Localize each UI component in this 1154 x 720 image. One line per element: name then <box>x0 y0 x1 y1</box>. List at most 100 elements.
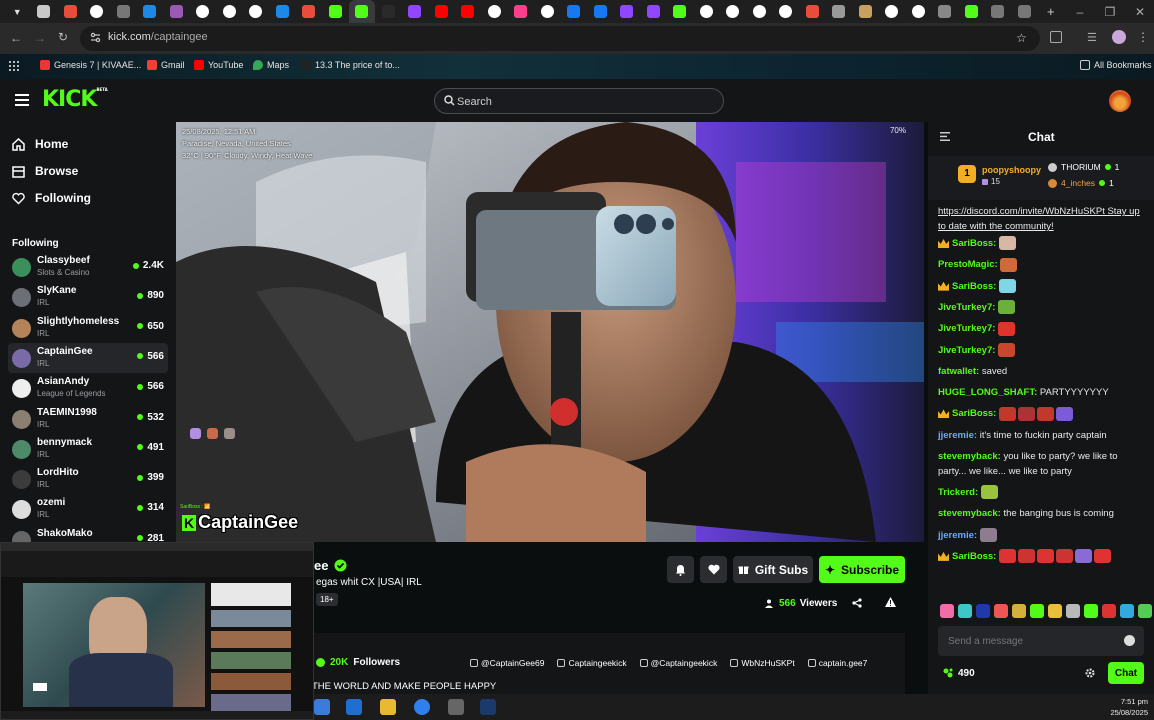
back-icon[interactable]: ← <box>10 31 22 45</box>
browser-tab[interactable] <box>561 0 588 23</box>
browser-tab[interactable] <box>375 0 402 23</box>
windows-start-icon[interactable] <box>314 699 330 715</box>
following-channel-slightlyhomeless[interactable]: Slightlyhomeless IRL 650 <box>8 313 168 343</box>
following-channel-lordhito[interactable]: LordHito IRL 399 <box>8 464 168 494</box>
browser-tab[interactable] <box>428 0 455 23</box>
user-avatar[interactable] <box>1109 90 1131 112</box>
send-chat-button[interactable]: Chat <box>1108 662 1144 684</box>
close-window-button[interactable]: ✕ <box>1123 0 1154 23</box>
video-player[interactable]: 25/08/2025, 12:51 AM Paradise, Nevada, U… <box>176 122 924 542</box>
emoji-icon[interactable] <box>1124 635 1135 646</box>
all-bookmarks[interactable]: All Bookmarks <box>1080 60 1152 70</box>
reload-icon[interactable]: ↻ <box>58 30 68 44</box>
browser-tab[interactable] <box>1011 0 1038 23</box>
browser-tab[interactable] <box>879 0 906 23</box>
minimize-button[interactable]: – <box>1063 0 1097 23</box>
emote-icon[interactable] <box>976 604 990 618</box>
following-channel-slykane[interactable]: SlyKane IRL 890 <box>8 282 168 312</box>
channel-name[interactable]: ee <box>314 558 328 573</box>
social-link[interactable]: captain.gee7 <box>807 658 867 668</box>
browser-tab[interactable] <box>269 0 296 23</box>
browser-tab[interactable] <box>746 0 773 23</box>
emote-icon[interactable] <box>1030 604 1044 618</box>
emote-icon[interactable] <box>1102 604 1116 618</box>
browser-tab[interactable] <box>455 0 482 23</box>
browser-tab[interactable] <box>932 0 959 23</box>
chat-username[interactable]: SariBoss: <box>952 408 996 419</box>
browser-tab[interactable] <box>905 0 932 23</box>
tab-search-dropdown-icon[interactable]: ▼ <box>4 0 31 23</box>
bookmark-star-icon[interactable]: ☆ <box>1016 31 1027 45</box>
chat-input-box[interactable] <box>938 626 1144 656</box>
browser-tab[interactable] <box>190 0 217 23</box>
browser-tab-active[interactable] <box>348 0 375 23</box>
chat-text[interactable]: https://discord.com/invite/WbNzHuSKPt St… <box>938 206 1140 232</box>
social-link[interactable]: Captaingeekick <box>557 658 627 668</box>
chrome-app-icon[interactable] <box>414 699 430 715</box>
browser-tab[interactable] <box>84 0 111 23</box>
emote-icon[interactable] <box>1048 604 1062 618</box>
chat-username[interactable]: SariBoss: <box>952 238 996 249</box>
app-icon[interactable] <box>448 699 464 715</box>
subscribe-button[interactable]: ✦ Subscribe <box>819 556 905 583</box>
steam-icon[interactable] <box>480 699 496 715</box>
browser-tab[interactable] <box>216 0 243 23</box>
share-icon[interactable] <box>852 598 862 608</box>
browser-tab[interactable] <box>31 0 58 23</box>
forward-icon[interactable]: → <box>34 31 46 45</box>
nav-following[interactable]: Following <box>12 191 91 205</box>
browser-tab[interactable] <box>985 0 1012 23</box>
browser-tab[interactable] <box>481 0 508 23</box>
kick-logo[interactable]: KICKBETA <box>42 87 108 112</box>
following-channel-ozemi[interactable]: ozemi IRL 314 <box>8 494 168 524</box>
chat-username[interactable]: HUGE_LONG_SHAFT: <box>938 387 1037 398</box>
following-channel-classybeef[interactable]: Classybeef Slots & Casino 2.4K <box>8 252 168 282</box>
browser-menu-icon[interactable]: ⋮ <box>1137 30 1149 44</box>
report-icon[interactable] <box>885 597 896 607</box>
emote-icon[interactable] <box>958 604 972 618</box>
outlook-icon[interactable] <box>346 699 362 715</box>
search-input[interactable] <box>457 93 707 110</box>
browser-tab[interactable] <box>826 0 853 23</box>
new-tab-button[interactable]: + <box>1038 0 1065 23</box>
browser-tab[interactable] <box>57 0 84 23</box>
browser-tab[interactable] <box>243 0 270 23</box>
browser-tab[interactable] <box>508 0 535 23</box>
bookmark-price[interactable]: 13.3 The price of to... <box>301 60 400 70</box>
following-channel-captaingee[interactable]: CaptainGee IRL 566 <box>8 342 168 373</box>
browser-tab[interactable] <box>402 0 429 23</box>
bookmark-genesis[interactable]: Genesis 7 | KIVAAE... <box>40 60 141 70</box>
chat-username[interactable]: PrestoMagic: <box>938 259 998 270</box>
chat-input[interactable] <box>948 633 1118 649</box>
chat-username[interactable]: stevemyback: <box>938 508 1001 519</box>
emote-icon[interactable] <box>940 604 954 618</box>
chat-username[interactable]: JiveTurkey7: <box>938 302 995 313</box>
browser-tab[interactable] <box>296 0 323 23</box>
emote-icon[interactable] <box>994 604 1008 618</box>
nav-browse[interactable]: Browse <box>12 164 78 178</box>
browser-tab[interactable] <box>693 0 720 23</box>
chat-username[interactable]: SariBoss: <box>952 281 996 292</box>
chat-username[interactable]: JiveTurkey7: <box>938 323 995 334</box>
browser-tab[interactable] <box>110 0 137 23</box>
browser-tab[interactable] <box>137 0 164 23</box>
apps-grid-icon[interactable] <box>9 61 19 71</box>
profile-avatar[interactable] <box>1112 30 1126 44</box>
nav-home[interactable]: Home <box>12 137 68 151</box>
emote-icon[interactable] <box>1138 604 1152 618</box>
chat-username[interactable]: jjeremie: <box>938 530 977 541</box>
browser-tab[interactable] <box>958 0 985 23</box>
chat-username[interactable]: SariBoss: <box>952 551 996 562</box>
chat-username[interactable]: jjeremie: <box>938 430 977 441</box>
browser-tab[interactable] <box>773 0 800 23</box>
emote-icon[interactable] <box>1120 604 1134 618</box>
gift-subs-button[interactable]: Gift Subs <box>733 556 813 583</box>
browser-tab[interactable] <box>852 0 879 23</box>
browser-tab[interactable] <box>799 0 826 23</box>
emote-icon[interactable] <box>1012 604 1026 618</box>
following-channel-asianandy[interactable]: AsianAndy League of Legends 566 <box>8 373 168 403</box>
collapse-chat-icon[interactable] <box>940 132 950 141</box>
browser-tab[interactable] <box>322 0 349 23</box>
omnibox[interactable]: kick.com/captaingee ☆ <box>80 26 1040 51</box>
extensions-icon[interactable] <box>1050 31 1062 43</box>
